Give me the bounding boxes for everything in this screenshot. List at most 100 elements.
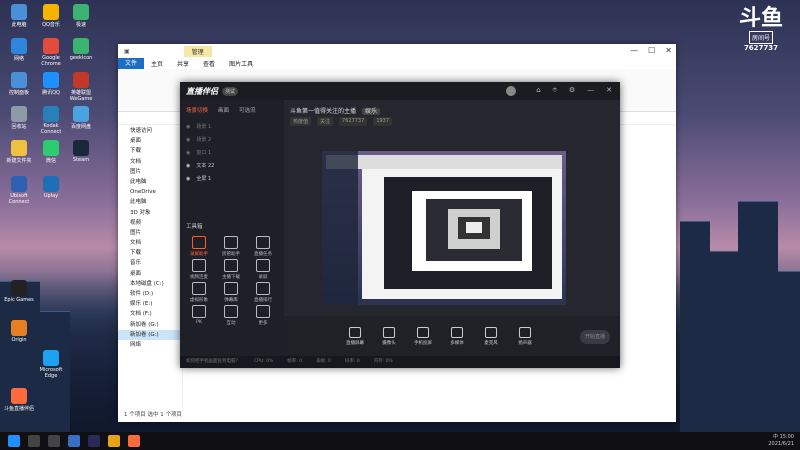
desktop-icon[interactable]: 新建文件夹 <box>2 140 36 164</box>
eye-icon[interactable]: ◉ <box>186 163 190 169</box>
maximize-icon[interactable]: ☐ <box>648 46 655 55</box>
status-item[interactable]: 如何把手机画面投到电脑？ <box>186 356 240 368</box>
source-button[interactable]: 麦克风 <box>480 326 502 346</box>
streaming-app-taskbar-icon[interactable] <box>128 435 140 447</box>
tool-button[interactable]: 视频连麦 <box>186 259 212 280</box>
desktop-icon[interactable]: Steam <box>64 140 98 163</box>
desktop-icon[interactable]: 百度网盘 <box>64 106 98 130</box>
tab-scene[interactable]: 场景切换 <box>186 106 208 114</box>
windows-start-icon[interactable] <box>8 435 20 447</box>
desktop-icon[interactable]: 腾讯QQ <box>34 72 68 96</box>
layer-item[interactable]: ◉ 全屏 1 <box>180 172 284 185</box>
tab-stream[interactable]: 可选流 <box>239 106 256 114</box>
desktop-icon[interactable]: 微信 <box>34 140 68 164</box>
desktop-icon[interactable]: 此电脑 <box>2 4 36 28</box>
eye-icon[interactable]: ◉ <box>186 150 190 156</box>
nav-item[interactable]: 图片 <box>118 167 182 177</box>
minimize-icon[interactable]: — <box>630 46 638 55</box>
nav-item[interactable]: 文档 <box>118 157 182 167</box>
close-icon[interactable]: ✕ <box>665 46 672 55</box>
layer-item[interactable]: ◉ 场景 2 <box>180 133 284 146</box>
nav-item[interactable]: 新加卷 (G:) <box>118 329 182 340</box>
tab-share[interactable]: 共享 <box>170 59 196 68</box>
desktop-icon[interactable]: 网络 <box>2 38 36 62</box>
system-tray[interactable]: 中 15:00 2021/6/21 <box>768 434 794 448</box>
tab-canvas[interactable]: 画面 <box>218 106 229 114</box>
nav-item[interactable]: 文档 <box>118 238 182 248</box>
nav-item[interactable]: 视频 <box>118 218 182 228</box>
tool-button[interactable]: 直播任务 <box>250 236 276 257</box>
tool-button[interactable]: 更多 <box>250 305 276 326</box>
desktop-icon[interactable]: 回收站 <box>2 106 36 130</box>
tab-picture-tools[interactable]: 图片工具 <box>222 59 260 68</box>
tool-button[interactable]: 录屏助手 <box>186 236 212 257</box>
source-button[interactable]: 扬声器 <box>514 326 536 346</box>
layer-item[interactable]: ◉ 文本 22 <box>180 159 284 172</box>
source-button[interactable]: 手机投屏 <box>412 326 434 346</box>
nav-item[interactable]: OneDrive <box>118 187 182 197</box>
nav-item[interactable]: 本地磁盘 (C:) <box>118 279 182 289</box>
start-live-button[interactable]: 开始直播 <box>580 330 610 344</box>
source-button[interactable]: 直播屏幕 <box>344 326 366 346</box>
tool-button[interactable]: 主播下载 <box>218 259 244 280</box>
desktop-icon[interactable]: Ubisoft Connect <box>2 176 36 205</box>
explorer-taskbar-icon[interactable] <box>108 435 120 447</box>
nav-item[interactable]: 此电脑 <box>118 197 182 207</box>
source-button[interactable]: 多媒体 <box>446 326 468 346</box>
nav-item[interactable]: 网络 <box>118 340 182 350</box>
desktop-icon[interactable]: Uplay <box>34 176 68 199</box>
nav-item[interactable]: 此电脑 <box>118 177 182 187</box>
tool-button[interactable]: PK <box>186 305 212 325</box>
tab-home[interactable]: 主页 <box>144 59 170 68</box>
desktop-icon[interactable]: Microsoft Edge <box>34 350 68 379</box>
nav-item[interactable]: 图片 <box>118 228 182 238</box>
nav-item[interactable]: 文档 (F:) <box>118 309 182 319</box>
gift-icon[interactable]: ⌂ <box>536 86 540 95</box>
nav-item[interactable]: 新加卷 (G:) <box>118 320 182 330</box>
desktop-icon[interactable]: Kodak Connect <box>34 106 68 135</box>
nav-item[interactable]: 音乐 <box>118 258 182 268</box>
source-button[interactable]: 摄像头 <box>378 326 400 346</box>
tool-button[interactable]: 虚拟形象 <box>186 282 212 303</box>
nav-item[interactable]: 快速访问 <box>118 126 182 136</box>
search-icon[interactable] <box>28 435 40 447</box>
tool-button[interactable]: 录屏 <box>250 259 276 280</box>
eye-icon[interactable]: ◉ <box>186 124 190 130</box>
close-icon[interactable]: ✕ <box>606 86 612 95</box>
nav-item[interactable]: 3D 对象 <box>118 208 182 218</box>
eye-icon[interactable]: ◉ <box>186 137 190 143</box>
settings-icon[interactable]: ⚙ <box>569 86 575 95</box>
nav-item[interactable]: 桌面 <box>118 136 182 146</box>
tab-view[interactable]: 查看 <box>196 59 222 68</box>
tab-file[interactable]: 文件 <box>118 58 145 69</box>
layer-item[interactable]: ◉ 场景 1 <box>180 120 284 133</box>
steam-icon[interactable] <box>88 435 100 447</box>
tool-button[interactable]: 互动 <box>218 305 244 326</box>
avatar[interactable] <box>506 86 516 96</box>
manage-tab[interactable]: 管理 <box>183 45 212 57</box>
stream-preview[interactable] <box>322 151 566 305</box>
nav-item[interactable]: 软件 (D:) <box>118 289 182 299</box>
eye-icon[interactable]: ◉ <box>186 176 190 182</box>
explorer-titlebar[interactable]: ▣ 管理 <box>118 44 676 58</box>
desktop-icon[interactable]: QQ音乐 <box>34 4 68 28</box>
nav-item[interactable]: 桌面 <box>118 269 182 279</box>
desktop-icon[interactable]: Origin <box>2 320 36 343</box>
live-streaming-app[interactable]: 直播伴侣 测试 ⌂ ⌾ ⚙ — ✕ 场景切换 画面 可选流 ◉ 场景 1 ◉ 场景 2… <box>180 82 620 368</box>
nav-item[interactable]: 下载 <box>118 146 182 156</box>
tool-button[interactable]: 直播排行 <box>250 282 276 303</box>
room-tag[interactable]: 娱乐 <box>361 108 380 115</box>
tool-button[interactable]: 房管助手 <box>218 236 244 257</box>
nav-item[interactable]: 下载 <box>118 248 182 258</box>
desktop-icon[interactable]: 极速 <box>64 4 98 28</box>
nav-item[interactable]: 娱乐 (E:) <box>118 299 182 309</box>
desktop-icon[interactable]: 英雄联盟 WeGame <box>64 72 98 102</box>
layer-item[interactable]: ◉ 窗口 1 <box>180 146 284 159</box>
desktop-icon[interactable]: 斗鱼直播伴侣 <box>2 388 36 412</box>
desktop-icon[interactable]: Google Chrome <box>34 38 68 67</box>
desktop-icon[interactable]: Epic Games <box>2 280 36 303</box>
task-view-icon[interactable] <box>48 435 60 447</box>
lang-indicator[interactable]: 中 <box>773 434 778 440</box>
minimize-icon[interactable]: — <box>587 86 594 95</box>
tool-button[interactable]: 弹幕库 <box>218 282 244 303</box>
